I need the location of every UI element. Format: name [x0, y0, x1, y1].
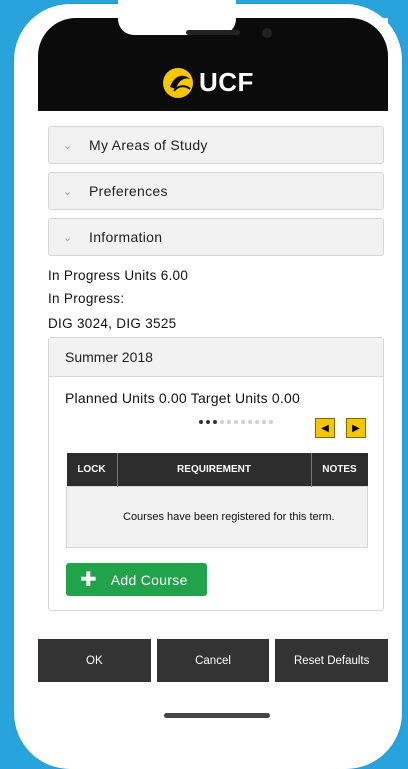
col-lock[interactable]: LOCK — [66, 453, 118, 487]
in-progress-courses: DIG 3024, DIG 3525 — [48, 316, 177, 331]
accordion-label: Preferences — [89, 183, 168, 199]
pager-dot[interactable] — [199, 420, 203, 424]
accordion-preferences[interactable]: ⌄ Preferences — [48, 172, 384, 210]
table-message-cell: Courses have been registered for this te… — [66, 486, 368, 548]
table-message: Courses have been registered for this te… — [123, 510, 335, 523]
chevron-down-icon: ⌄ — [63, 185, 73, 198]
requirements-table: LOCK REQUIREMENT NOTES Courses have been… — [66, 453, 368, 548]
add-course-label: Add Course — [110, 571, 188, 588]
cancel-button[interactable]: Cancel — [156, 639, 270, 682]
term-panel: Summer 2018 Planned Units 0.00 Target Un… — [48, 337, 384, 611]
ok-button[interactable]: OK — [38, 639, 151, 682]
pager-dot[interactable] — [206, 420, 210, 424]
content-area: ⌄ My Areas of Study ⌄ Preferences ⌄ Info… — [38, 18, 389, 713]
footer-actions: OK Cancel Reset Defaults — [38, 639, 389, 682]
pager-dots — [199, 420, 273, 424]
home-indicator — [164, 713, 270, 718]
chevron-down-icon: ⌄ — [63, 139, 73, 152]
col-notes[interactable]: NOTES — [311, 453, 368, 487]
accordion-my-areas-of-study[interactable]: ⌄ My Areas of Study — [48, 126, 384, 164]
arrow-right-icon[interactable]: ▶ — [346, 418, 366, 438]
pager-dot[interactable] — [262, 420, 266, 424]
reset-defaults-button[interactable]: Reset Defaults — [275, 639, 389, 682]
accordion-label: My Areas of Study — [89, 137, 208, 153]
in-progress-units: In Progress Units 6.00 — [48, 268, 189, 283]
add-course-button[interactable]: ✚ Add Course — [66, 563, 207, 596]
term-units: Planned Units 0.00 Target Units 0.00 — [65, 390, 300, 406]
pager-dot[interactable] — [213, 420, 217, 424]
pager-dot[interactable] — [234, 420, 238, 424]
pager-dot[interactable] — [255, 420, 259, 424]
pager-dot[interactable] — [220, 420, 224, 424]
chevron-down-icon: ⌄ — [63, 231, 73, 244]
in-progress-label: In Progress: — [48, 291, 125, 306]
plus-icon: ✚ — [80, 568, 97, 591]
pager-dot[interactable] — [248, 420, 252, 424]
pager-dot[interactable] — [227, 420, 231, 424]
arrow-left-icon[interactable]: ◀ — [315, 418, 335, 438]
accordion-label: Information — [89, 229, 163, 245]
col-requirement[interactable]: REQUIREMENT — [117, 453, 312, 487]
table-row: Courses have been registered for this te… — [66, 486, 368, 548]
pager-dot[interactable] — [241, 420, 245, 424]
accordion-information[interactable]: ⌄ Information — [48, 218, 384, 256]
pager-dot[interactable] — [269, 420, 273, 424]
term-title: Summer 2018 — [49, 338, 383, 377]
